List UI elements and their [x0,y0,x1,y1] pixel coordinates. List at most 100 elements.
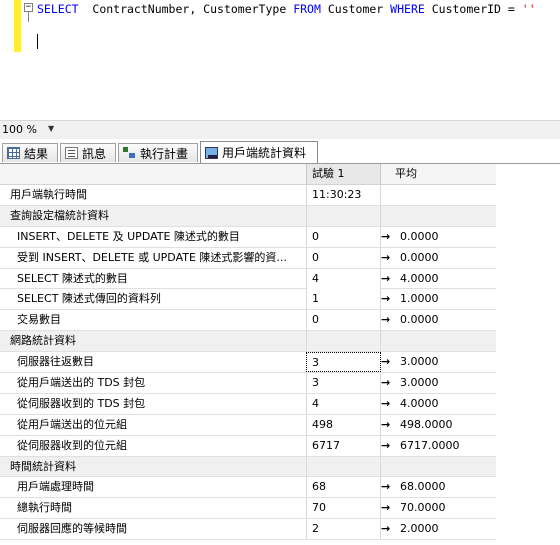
trend-arrow-icon: → [381,313,391,327]
trend-arrow-icon: → [381,522,391,536]
trend-arrow-icon: → [381,355,391,369]
sql-keyword-where: WHERE [390,2,425,16]
tab-results[interactable]: 結果 [2,143,58,162]
row-label: 查詢設定檔統計資料 [10,208,109,222]
row-label: 伺服器往返數目 [17,355,94,369]
grid-icon [7,147,20,159]
trial-value-cell[interactable]: 4 [306,393,381,414]
trial-value-cell[interactable]: 6717 [306,435,381,456]
average-value-cell: 0.0000 [400,250,439,264]
row-label: 網路統計資料 [10,334,76,348]
tab-label: 用戶端統計資料 [222,146,307,160]
sql-editor[interactable]: − SELECT ContractNumber, CustomerType FR… [0,0,560,120]
row-label: 用戶端處理時間 [17,480,94,494]
messages-icon [65,147,78,159]
client-statistics-grid: 試驗 1 平均 用戶端執行時間 11:30:23 查詢設定檔統計資料 INSERT、D… [0,164,496,541]
result-tabs: 結果 訊息 執行計畫 用戶端統計資料 [0,139,560,164]
sql-code-line[interactable]: SELECT ContractNumber, CustomerType FROM… [37,2,536,16]
average-value-cell: 3.0000 [400,355,439,369]
trend-arrow-icon: → [381,501,391,515]
table-row[interactable]: 用戶端處理時間 68 → 68.0000 [0,477,496,499]
trend-arrow-icon: → [381,417,391,431]
trial-value-cell[interactable]: 4 [306,268,381,289]
text-caret [37,34,38,49]
average-value-cell: 0.0000 [400,229,439,243]
trial-value-cell[interactable]: 11:30:23 [306,185,381,205]
average-value-cell: 4.0000 [400,271,439,285]
trend-arrow-icon: → [381,229,391,243]
zoom-dropdown-icon[interactable]: ▼ [48,124,54,133]
tab-messages[interactable]: 訊息 [60,143,116,162]
summary-row[interactable]: 用戶端執行時間 11:30:23 [0,185,496,206]
trial-value-cell[interactable]: 0 [306,310,381,331]
table-row[interactable]: 從伺服器收到的 TDS 封包 4 → 4.0000 [0,393,496,415]
change-tracking-bar [14,0,21,52]
zoom-select[interactable]: 100 % [2,123,37,136]
trial-value-cell[interactable]: 498 [306,414,381,435]
collapse-region-icon[interactable]: − [24,3,33,12]
row-label: 從伺服器收到的 TDS 封包 [17,396,146,410]
tab-label: 訊息 [82,146,107,161]
trial-value-cell[interactable]: 2 [306,519,381,540]
table-row[interactable]: 伺服器回應的等候時間 2 → 2.0000 [0,519,496,541]
client-statistics-icon [205,146,218,159]
tab-execution-plan[interactable]: 執行計畫 [118,143,198,162]
trial-value-cell[interactable]: 0 [306,226,381,247]
table-row[interactable]: 交易數目 0 → 0.0000 [0,310,496,332]
row-label: 從用戶端送出的 TDS 封包 [17,376,146,390]
average-value-cell: 2.0000 [400,522,439,536]
sql-condition: CustomerID = [431,2,515,16]
trend-arrow-icon: → [381,292,391,306]
execution-plan-icon [123,147,136,159]
tab-client-statistics[interactable]: 用戶端統計資料 [200,141,318,163]
tab-label: 結果 [24,146,49,161]
trend-arrow-icon: → [381,376,391,390]
table-row[interactable]: 從伺服器收到的位元組 6717 → 6717.0000 [0,435,496,457]
average-value-cell: 0.0000 [400,313,439,327]
zoom-bar: 100 % ▼ [0,120,560,139]
average-value-cell: 4.0000 [400,396,439,410]
sql-columns: ContractNumber, CustomerType [78,2,287,16]
table-row[interactable]: 從用戶端送出的位元組 498 → 498.0000 [0,414,496,436]
region-guide-line [28,12,29,22]
row-label: SELECT 陳述式的數目 [17,271,128,285]
table-row[interactable]: INSERT、DELETE 及 UPDATE 陳述式的數目 0 → 0.0000 [0,226,496,248]
grid-rows: 用戶端執行時間 11:30:23 查詢設定檔統計資料 INSERT、DELETE 及 … [0,185,496,541]
section-row[interactable]: 網路統計資料 [0,331,496,353]
trial-value-cell[interactable]: 3 [306,352,381,373]
trial-value-cell[interactable]: 0 [306,247,381,268]
trend-arrow-icon: → [381,480,391,494]
row-label: 從用戶端送出的位元組 [17,417,127,431]
table-row[interactable]: 從用戶端送出的 TDS 封包 3 → 3.0000 [0,373,496,394]
average-value-cell: 6717.0000 [400,438,460,452]
trend-arrow-icon: → [381,438,391,452]
sql-keyword-from: FROM [293,2,321,16]
row-label: 伺服器回應的等候時間 [17,522,127,536]
column-header-average[interactable]: 平均 [395,164,417,184]
table-row[interactable]: SELECT 陳述式傳回的資料列 1 → 1.0000 [0,289,496,311]
sql-table: Customer [327,2,384,16]
trial-value-cell[interactable]: 1 [306,289,381,310]
average-value-cell: 68.0000 [400,480,446,494]
trial-value-cell[interactable] [306,205,381,226]
section-row[interactable]: 查詢設定檔統計資料 [0,205,496,227]
trial-value-cell[interactable] [306,331,381,352]
row-label: 時間統計資料 [10,459,76,473]
trend-arrow-icon: → [381,250,391,264]
section-row[interactable]: 時間統計資料 [0,456,496,478]
trial-value-cell[interactable]: 3 [306,373,381,394]
trend-arrow-icon: → [381,271,391,285]
trend-arrow-icon: → [381,396,391,410]
row-label: 交易數目 [17,313,61,327]
table-row[interactable]: 受到 INSERT、DELETE 或 UPDATE 陳述式影響的資... 0 → 0.… [0,247,496,269]
row-label: 受到 INSERT、DELETE 或 UPDATE 陳述式影響的資... [17,250,287,264]
column-header-trial-1[interactable]: 試驗 1 [306,164,381,184]
table-row[interactable]: 伺服器往返數目 3 → 3.0000 [0,352,496,374]
trial-value-cell[interactable]: 70 [306,498,381,519]
table-row[interactable]: SELECT 陳述式的數目 4 → 4.0000 [0,268,496,290]
average-value-cell: 3.0000 [400,376,439,390]
average-value-cell: 1.0000 [400,292,439,306]
trial-value-cell[interactable]: 68 [306,477,381,498]
trial-value-cell[interactable] [306,456,381,477]
table-row[interactable]: 總執行時間 70 → 70.0000 [0,498,496,520]
